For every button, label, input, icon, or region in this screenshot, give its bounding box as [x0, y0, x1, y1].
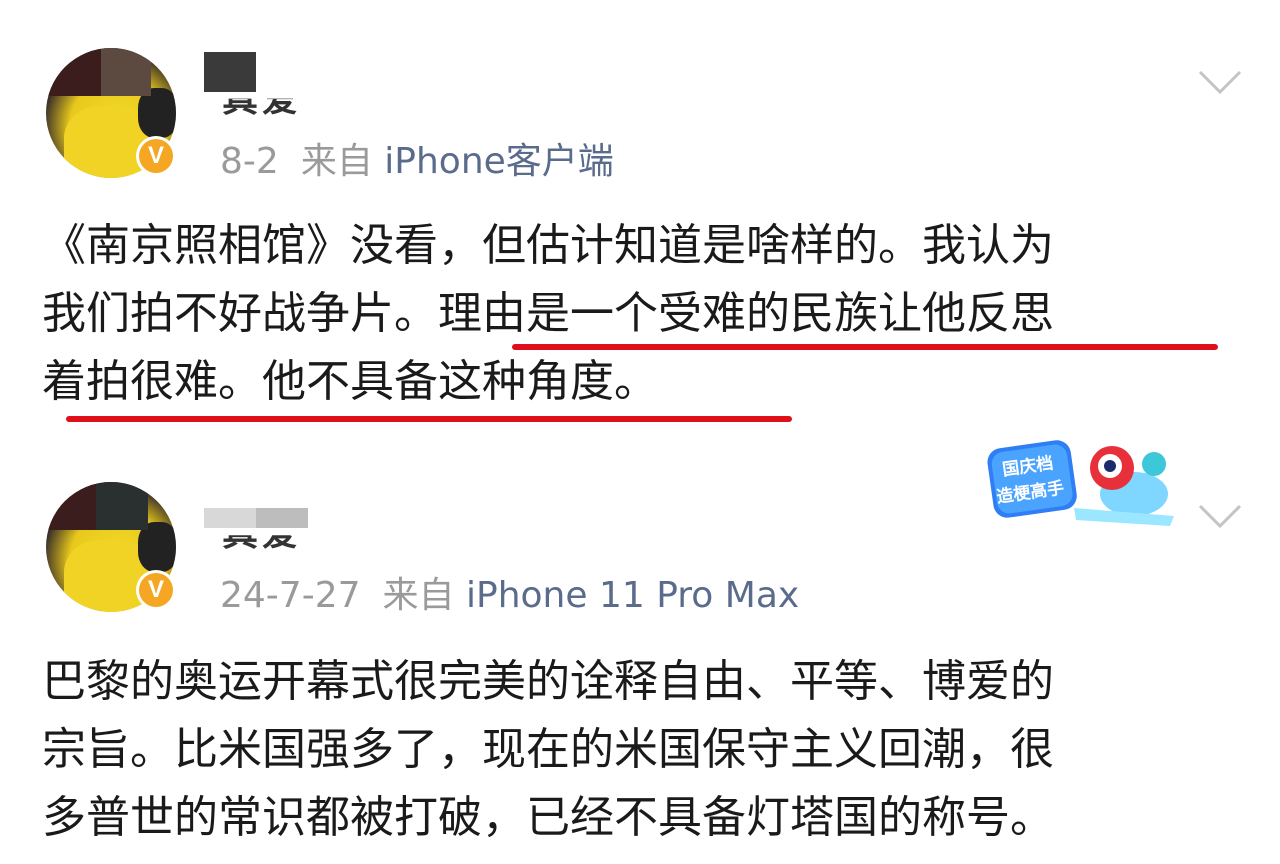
post-text-line: 我们拍不好战争片。理由是一个受难的民族让他反思 — [42, 288, 1054, 339]
chevron-down-icon[interactable] — [1198, 70, 1242, 94]
post-text-line: 多普世的常识都被打破，已经不具备灯塔国的称号。 — [42, 792, 1054, 843]
holiday-sticker[interactable]: 国庆档 造梗高手 — [984, 438, 1194, 534]
post-text: 《南京照相馆》没看，但估计知道是啥样的。我认为 我们拍不好战争片。理由是一个受难… — [42, 212, 1242, 416]
post-text-line: 《南京照相馆》没看，但估计知道是啥样的。我认为 — [42, 220, 1054, 271]
red-underline — [512, 344, 1218, 350]
source-prefix: 来自 — [300, 141, 373, 182]
post-meta: 24-7-27 来自 iPhone 11 Pro Max — [220, 566, 799, 618]
source-device: iPhone客户端 — [384, 141, 614, 182]
post-text-line: 宗旨。比米国强多了，现在的米国保守主义回潮，很 — [42, 724, 1054, 775]
post-text: 巴黎的奥运开幕式很完美的诠释自由、平等、博爱的 宗旨。比米国强多了，现在的米国保… — [42, 648, 1242, 852]
post-date: 8-2 — [220, 141, 279, 182]
author-name[interactable]: 真爱 — [204, 52, 334, 120]
post-meta: 8-2 来自 iPhone客户端 — [220, 132, 614, 184]
post-text-line: 着拍很难。他不具备这种角度。 — [42, 356, 658, 407]
chevron-down-icon[interactable] — [1198, 504, 1242, 528]
post-date: 24-7-27 — [220, 575, 361, 616]
source-prefix: 来自 — [382, 575, 455, 616]
post-text-line: 巴黎的奥运开幕式很完美的诠释自由、平等、博爱的 — [42, 656, 1054, 707]
verified-badge-icon: V — [136, 570, 176, 610]
verified-badge-icon: V — [136, 136, 176, 176]
author-name[interactable]: 真爱 — [204, 500, 334, 554]
source-device: iPhone 11 Pro Max — [465, 575, 800, 616]
red-underline — [66, 416, 792, 422]
